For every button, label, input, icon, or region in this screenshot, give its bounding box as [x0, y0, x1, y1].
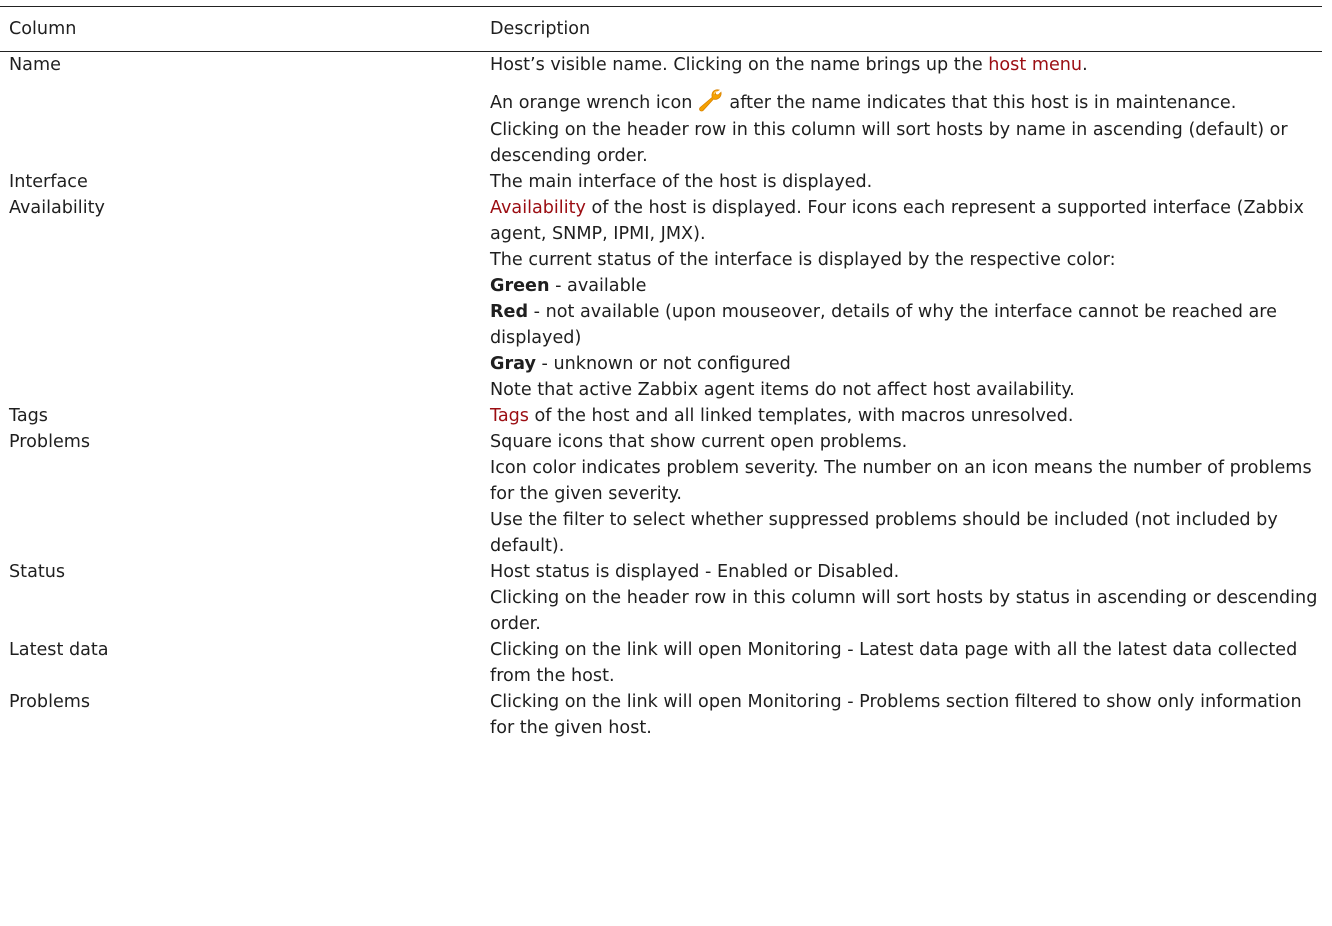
row-label: Status — [9, 562, 66, 582]
status-label-red: Red — [490, 302, 529, 322]
row-description: Square icons that show current open prob… — [490, 429, 1322, 559]
text: . — [1082, 55, 1088, 75]
text: after the name indicates that this host … — [729, 93, 1237, 113]
host-menu-link[interactable]: host menu — [988, 55, 1082, 75]
status-label-green: Green — [490, 276, 550, 296]
table-row: Problems Square icons that show current … — [0, 429, 1322, 559]
row-label: Availability — [9, 198, 105, 218]
table-row: Tags Tags of the host and all linked tem… — [0, 403, 1322, 429]
row-description: Availability of the host is displayed. F… — [490, 195, 1322, 403]
column-description-table: Column Description Name Host’s visible n… — [0, 6, 1322, 741]
table-row: Status Host status is displayed - Enable… — [0, 559, 1322, 637]
row-label: Problems — [9, 432, 91, 452]
table-row: Availability Availability of the host is… — [0, 195, 1322, 403]
text: - available — [549, 276, 647, 296]
table-row: Latest data Clicking on the link will op… — [0, 637, 1322, 689]
row-description: Host’s visible name. Clicking on the nam… — [490, 52, 1322, 170]
row-label: Problems — [9, 692, 91, 712]
row-description: The main interface of the host is displa… — [490, 169, 1322, 195]
description-paragraph: Use the filter to select whether suppres… — [490, 510, 1278, 556]
description-paragraph: Availability of the host is displayed. F… — [490, 195, 1322, 247]
description-paragraph: The main interface of the host is displa… — [490, 172, 873, 192]
description-paragraph: Tags of the host and all linked template… — [490, 403, 1322, 429]
table-body: Name Host’s visible name. Clicking on th… — [0, 52, 1322, 742]
row-description: Tags of the host and all linked template… — [490, 403, 1322, 429]
text: Host’s visible name. Clicking on the nam… — [490, 55, 989, 75]
description-paragraph: Host’s visible name. Clicking on the nam… — [490, 52, 1322, 78]
status-green: Green - available — [490, 273, 1322, 299]
description-paragraph: Host status is displayed - Enabled or Di… — [490, 562, 900, 582]
description-paragraph: An orange wrench icon after the name ind… — [490, 88, 1322, 117]
row-description: Clicking on the link will open Monitorin… — [490, 637, 1322, 689]
text: of the host is displayed. Four icons eac… — [490, 198, 1304, 244]
description-paragraph: Clicking on the link will open Monitorin… — [490, 692, 1302, 738]
description-paragraph: Square icons that show current open prob… — [490, 432, 908, 452]
description-paragraph: Clicking on the header row in this colum… — [490, 588, 1318, 634]
tags-link[interactable]: Tags — [490, 406, 529, 426]
description-paragraph: Clicking on the link will open Monitorin… — [490, 640, 1298, 686]
description-paragraph: Clicking on the header row in this colum… — [490, 120, 1288, 166]
row-label: Interface — [9, 172, 88, 192]
table-row: Interface The main interface of the host… — [0, 169, 1322, 195]
row-label: Tags — [9, 406, 48, 426]
row-label: Latest data — [9, 640, 109, 660]
text: - unknown or not configured — [535, 354, 791, 374]
table-row: Name Host’s visible name. Clicking on th… — [0, 52, 1322, 170]
text: - not available (upon mouseover, details… — [490, 302, 1277, 348]
row-description: Clicking on the link will open Monitorin… — [490, 689, 1322, 741]
row-label: Name — [9, 55, 61, 75]
header-column: Column — [0, 6, 490, 52]
wrench-icon — [699, 89, 722, 112]
description-paragraph: Icon color indicates problem severity. T… — [490, 458, 1312, 504]
status-gray: Gray - unknown or not configured — [490, 351, 1322, 377]
header-description: Description — [490, 6, 1322, 52]
table-header: Column Description — [0, 6, 1322, 52]
description-paragraph: Note that active Zabbix agent items do n… — [490, 380, 1075, 400]
text: of the host and all linked templates, wi… — [528, 406, 1074, 426]
availability-link[interactable]: Availability — [490, 198, 586, 218]
text: An orange wrench icon — [490, 93, 693, 113]
header-row: Column Description — [0, 6, 1322, 52]
status-label-gray: Gray — [490, 354, 536, 374]
row-description: Host status is displayed - Enabled or Di… — [490, 559, 1322, 637]
status-red: Red - not available (upon mouseover, det… — [490, 299, 1322, 351]
table-row: Problems Clicking on the link will open … — [0, 689, 1322, 741]
description-paragraph: The current status of the interface is d… — [490, 250, 1116, 270]
